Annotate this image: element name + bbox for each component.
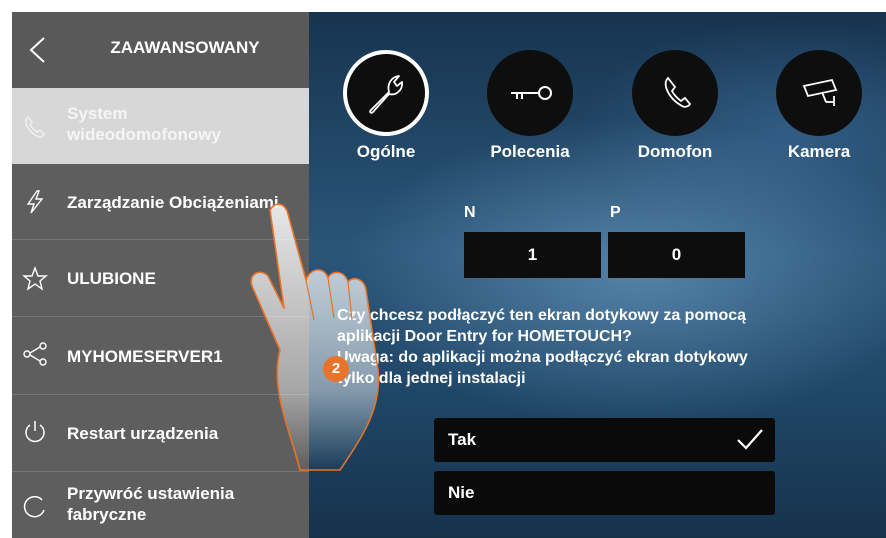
category-general-button[interactable] bbox=[343, 50, 429, 136]
p-label: P bbox=[610, 204, 621, 221]
wrench-icon bbox=[369, 75, 403, 114]
question-line: aplikacji Door Entry for HOMETOUCH? bbox=[337, 328, 632, 345]
category-commands-button[interactable] bbox=[487, 50, 573, 136]
back-icon[interactable] bbox=[26, 36, 50, 64]
sidebar-header: ZAAWANSOWANY bbox=[12, 12, 309, 88]
n-value-field[interactable]: 1 bbox=[464, 232, 601, 278]
category-intercom-label: Domofon bbox=[637, 142, 713, 161]
sidebar-title: ZAAWANSOWANY bbox=[110, 38, 260, 57]
camera-icon bbox=[802, 78, 838, 106]
sidebar-item-label: Przywróć ustawienia bbox=[67, 484, 235, 503]
option-label: Tak bbox=[448, 430, 477, 449]
p-value-field[interactable]: 0 bbox=[608, 232, 745, 278]
option-yes[interactable]: Tak bbox=[434, 418, 775, 462]
step-badge: 2 bbox=[323, 356, 349, 382]
phone-icon bbox=[664, 76, 692, 108]
checkmark-icon bbox=[737, 429, 763, 450]
sidebar-item-label: Restart urządzenia bbox=[67, 424, 219, 443]
category-camera-label: Kamera bbox=[787, 142, 851, 161]
n-label: N bbox=[464, 204, 476, 221]
star-icon bbox=[22, 266, 48, 291]
sidebar-item-label: wideodomofonowy bbox=[67, 125, 221, 144]
category-commands-label: Polecenia bbox=[490, 142, 570, 161]
question-line: Uwaga: do aplikacji można podłączyć ekra… bbox=[337, 349, 748, 366]
phone-icon bbox=[25, 115, 45, 138]
question-line: tylko dla jednej instalacji bbox=[337, 370, 526, 387]
question-text: Czy chcesz podłączyć ten ekran dotykowy … bbox=[337, 305, 857, 389]
option-no[interactable]: Nie bbox=[434, 471, 775, 515]
touchscreen: ZAAWANSOWANY System wideodomofonowy Zarz… bbox=[12, 12, 886, 538]
category-general-label: Ogólne bbox=[356, 142, 416, 161]
option-label: Nie bbox=[448, 483, 475, 502]
category-camera-button[interactable] bbox=[776, 50, 862, 136]
reset-icon bbox=[23, 495, 45, 518]
lightning-icon bbox=[26, 190, 44, 214]
category-intercom-button[interactable] bbox=[632, 50, 718, 136]
question-line: Czy chcesz podłączyć ten ekran dotykowy … bbox=[337, 307, 747, 324]
sidebar-item-label: MYHOMESERVER1 bbox=[67, 347, 223, 366]
hand-pointer-illustration bbox=[250, 203, 380, 471]
sidebar-item-label: ULUBIONE bbox=[67, 269, 156, 288]
sidebar-item-label: System bbox=[67, 104, 128, 123]
sidebar-item-label: fabryczne bbox=[67, 505, 147, 524]
share-icon bbox=[23, 342, 47, 366]
key-icon bbox=[511, 86, 552, 100]
sidebar-item-video-intercom[interactable]: System wideodomofonowy bbox=[12, 88, 309, 164]
power-icon bbox=[25, 421, 45, 443]
